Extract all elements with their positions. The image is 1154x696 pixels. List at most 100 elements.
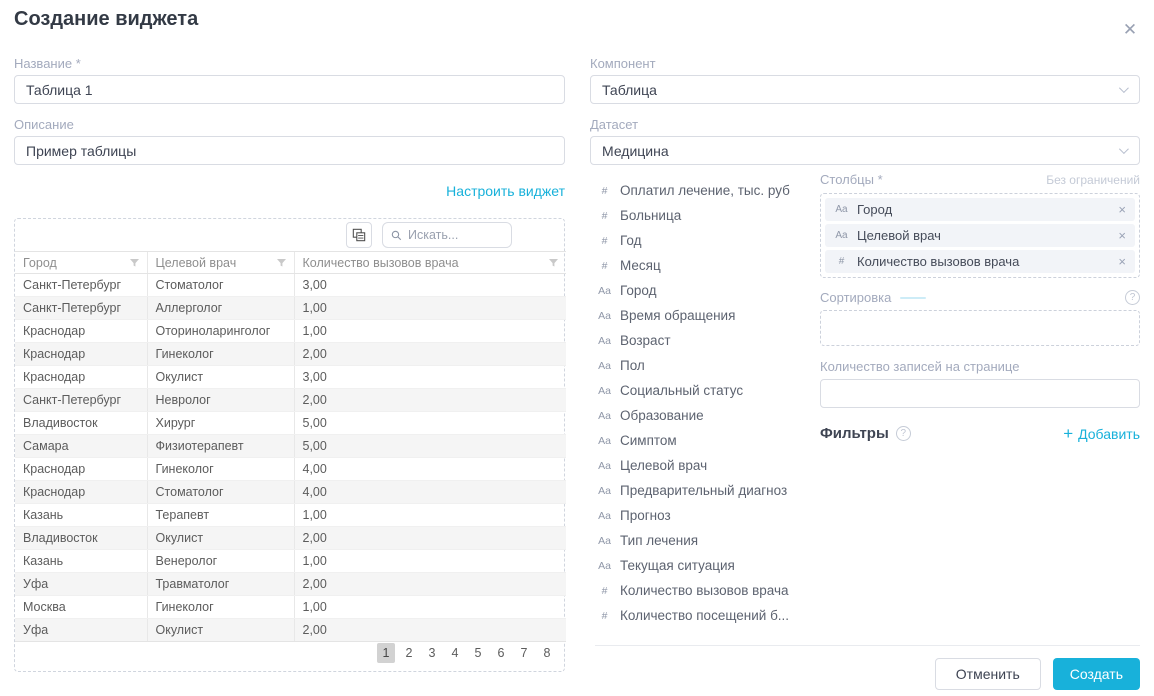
pagination-page[interactable]: 3 [423,643,441,663]
dataset-field-item[interactable]: # Количество посещений б... [596,603,810,628]
field-label: Предварительный диагноз [620,483,787,498]
search-input[interactable] [408,228,503,242]
close-icon[interactable]: ✕ [1118,18,1142,42]
pagination-page[interactable]: 6 [492,643,510,663]
name-input[interactable] [14,75,565,104]
cell-doctor: Венеролог [147,550,294,573]
name-field-group: Название * [14,56,565,104]
dataset-field-item[interactable]: # Оплатил лечение, тыс. руб [596,178,810,203]
field-type-icon: # [596,610,613,622]
settings-panel: Столбцы * Без ограничений Aa Город × Aa … [820,172,1140,442]
dataset-field-item[interactable]: Aa Текущая ситуация [596,553,810,578]
dataset-field-item[interactable]: Aa Тип лечения [596,528,810,553]
pagination-page[interactable]: 1 [377,643,395,663]
dataset-field-item[interactable]: Aa Возраст [596,328,810,353]
field-label: Тип лечения [620,533,698,548]
table-row: Казань Венеролог 1,00 [15,550,566,573]
help-icon[interactable]: ? [896,426,911,441]
chip-label: Город [857,202,892,217]
dataset-field-item[interactable]: # Больница [596,203,810,228]
dataset-select[interactable]: Медицина [590,136,1140,165]
field-label: Город [620,283,657,298]
table-row: Уфа Окулист 2,00 [15,619,566,642]
cell-city: Москва [15,596,147,619]
field-type-icon: Aa [834,230,849,241]
dataset-field-item[interactable]: Aa Целевой врач [596,453,810,478]
create-button[interactable]: Создать [1053,658,1140,690]
cell-calls: 1,00 [294,550,566,573]
dataset-field-group: Датасет Медицина [590,117,1140,165]
cell-city: Владивосток [15,527,147,550]
cell-city: Самара [15,435,147,458]
field-type-icon: Aa [596,360,613,372]
dataset-field-item[interactable]: # Месяц [596,253,810,278]
pagination-page[interactable]: 5 [469,643,487,663]
component-select[interactable]: Таблица [590,75,1140,104]
dataset-field-item[interactable]: Aa Симптом [596,428,810,453]
cell-doctor: Невролог [147,389,294,412]
create-widget-dialog: Создание виджета ✕ Название * Описание К… [0,0,1154,696]
field-label: Прогноз [620,508,671,523]
dataset-field-item[interactable]: Aa Образование [596,403,810,428]
dataset-field-item[interactable]: # Год [596,228,810,253]
filter-funnel-icon[interactable] [275,257,288,269]
selected-column-chip[interactable]: Aa Город × [825,198,1135,221]
component-select-value: Таблица [602,82,657,98]
cell-city: Краснодар [15,320,147,343]
description-field-group: Описание [14,117,565,165]
selected-column-chip[interactable]: # Количество вызовов врача × [825,250,1135,273]
dataset-field-item[interactable]: Aa Пол [596,353,810,378]
cell-doctor: Хирург [147,412,294,435]
sorting-dropzone[interactable] [820,310,1140,346]
description-input[interactable] [14,136,565,165]
field-type-icon: Aa [596,435,613,447]
cell-city: Краснодар [15,343,147,366]
filter-funnel-icon[interactable] [128,257,141,269]
remove-chip-icon[interactable]: × [1118,202,1126,217]
field-label: Количество вызовов врача [620,583,789,598]
cell-city: Владивосток [15,412,147,435]
dataset-field-item[interactable]: # Количество вызовов врача [596,578,810,603]
pagination-page[interactable]: 7 [515,643,533,663]
cell-calls: 2,00 [294,573,566,596]
dataset-field-item[interactable]: Aa Прогноз [596,503,810,528]
cell-calls: 1,00 [294,504,566,527]
field-type-icon: Aa [596,310,613,322]
columns-dropzone[interactable]: Aa Город × Aa Целевой врач × # Количеств… [820,193,1140,278]
sorting-dash-decoration [900,297,926,299]
configure-widget-link[interactable]: Настроить виджет [14,183,565,199]
page-size-input[interactable] [820,379,1140,408]
field-label: Целевой врач [620,458,707,473]
cell-calls: 1,00 [294,596,566,619]
help-icon[interactable]: ? [1125,290,1140,305]
dataset-field-item[interactable]: Aa Предварительный диагноз [596,478,810,503]
filter-funnel-icon[interactable] [547,257,560,269]
field-type-icon: Aa [596,485,613,497]
table-row: Уфа Травматолог 2,00 [15,573,566,596]
field-type-icon: Aa [596,510,613,522]
field-label: Оплатил лечение, тыс. руб [620,183,790,198]
remove-chip-icon[interactable]: × [1118,254,1126,269]
pagination-page[interactable]: 2 [400,643,418,663]
table-row: Самара Физиотерапевт 5,00 [15,435,566,458]
dataset-field-item[interactable]: Aa Время обращения [596,303,810,328]
pagination-page[interactable]: 4 [446,643,464,663]
selected-column-chip[interactable]: Aa Целевой врач × [825,224,1135,247]
cancel-button[interactable]: Отменить [935,658,1041,690]
table-row: Санкт-Петербург Аллерголог 1,00 [15,297,566,320]
field-type-icon: Aa [596,385,613,397]
add-filter-label: Добавить [1078,426,1140,442]
dataset-field-item[interactable]: Aa Город [596,278,810,303]
column-chooser-button[interactable] [346,222,372,248]
footer: Отменить Создать [935,658,1140,690]
pagination-page[interactable]: 8 [538,643,556,663]
cell-city: Санкт-Петербург [15,389,147,412]
field-type-icon: # [596,585,613,597]
name-label: Название * [14,56,565,71]
add-filter-button[interactable]: + Добавить [1063,426,1140,442]
remove-chip-icon[interactable]: × [1118,228,1126,243]
cell-calls: 2,00 [294,389,566,412]
dataset-field-item[interactable]: Aa Социальный статус [596,378,810,403]
field-type-icon: # [596,210,613,222]
cell-calls: 1,00 [294,320,566,343]
